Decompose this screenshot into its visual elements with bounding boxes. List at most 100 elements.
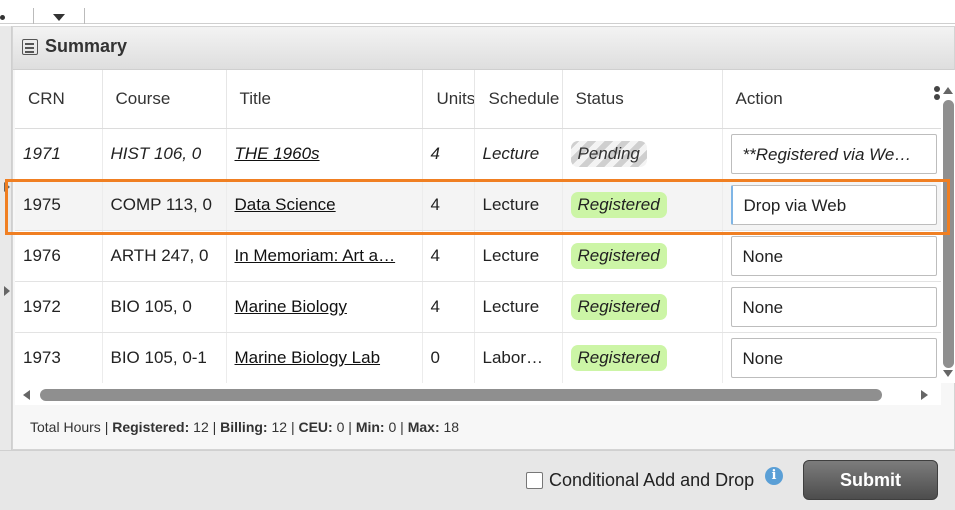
units-cell: 4: [422, 128, 475, 180]
status-badge: Registered: [570, 242, 667, 269]
summary-panel: Summary CRN Course Title Units Schedule: [12, 26, 955, 450]
crn-cell: 1971: [15, 128, 103, 180]
summary-panel-icon: [22, 39, 38, 55]
horizontal-scroll-thumb[interactable]: [40, 389, 882, 401]
units-cell: 0: [422, 332, 475, 383]
column-header-course[interactable]: Course: [102, 70, 227, 129]
column-header-action[interactable]: Action: [722, 70, 941, 129]
action-cell: None: [722, 230, 941, 282]
table-row[interactable]: 1973 BIO 105, 0-1 Marine Biology Lab 0 L…: [15, 332, 941, 383]
schedule-cell: Lecture: [474, 128, 563, 180]
column-header-units[interactable]: Units: [422, 70, 475, 129]
course-cell: HIST 106, 0: [102, 128, 227, 180]
crn-cell: 1972: [15, 281, 103, 333]
max-value: 18: [443, 419, 460, 435]
course-cell: BIO 105, 0: [102, 281, 227, 333]
info-icon[interactable]: i: [765, 467, 783, 485]
status-badge: Registered: [570, 191, 667, 218]
ceu-label: CEU:: [298, 419, 333, 435]
divider: [0, 23, 955, 24]
vertical-scrollbar[interactable]: [941, 70, 955, 383]
vertical-scroll-thumb[interactable]: [943, 100, 954, 368]
top-toolbar-fragment: [0, 0, 955, 26]
course-cell: BIO 105, 0-1: [102, 332, 227, 383]
scroll-left-icon[interactable]: [23, 390, 30, 400]
dropdown-arrow-icon[interactable]: [53, 14, 65, 21]
title-cell: Marine Biology Lab: [226, 332, 423, 383]
action-select[interactable]: None: [730, 337, 937, 378]
status-cell: Registered: [562, 230, 723, 282]
table-row[interactable]: 1971 HIST 106, 0 THE 1960s 4 Lecture Pen…: [15, 128, 941, 180]
title-cell: THE 1960s: [226, 128, 423, 180]
column-header-crn[interactable]: CRN: [15, 70, 103, 129]
submit-button[interactable]: Submit: [803, 460, 938, 500]
course-title-link[interactable]: Marine Biology: [235, 297, 347, 316]
action-cell: None: [722, 332, 941, 383]
column-header-title[interactable]: Title: [226, 70, 423, 129]
status-badge: Registered: [570, 293, 667, 320]
schedule-cell: Labor…: [474, 332, 563, 383]
action-cell: None: [722, 281, 941, 333]
scroll-up-icon[interactable]: [943, 87, 953, 94]
status-badge: Registered: [570, 344, 667, 371]
total-hours-summary: Total Hours | Registered: 12 | Billing: …: [30, 419, 460, 435]
title-cell: Data Science: [226, 179, 423, 231]
action-cell: Drop via Web: [722, 179, 941, 231]
course-title-link[interactable]: Data Science: [235, 195, 336, 214]
schedule-cell: Lecture: [474, 179, 563, 231]
ceu-value: 0: [336, 419, 345, 435]
grid-header-row: CRN Course Title Units Schedule Status A…: [15, 70, 941, 129]
status-cell: Pending: [562, 128, 723, 180]
conditional-add-drop-label[interactable]: Conditional Add and Drop: [549, 470, 754, 491]
scroll-right-icon[interactable]: [921, 390, 928, 400]
crn-cell: 1976: [15, 230, 103, 282]
total-hours-label: Total Hours: [30, 419, 101, 435]
status-cell: Registered: [562, 332, 723, 383]
max-label: Max:: [407, 419, 440, 435]
status-cell: Registered: [562, 179, 723, 231]
horizontal-scrollbar[interactable]: [15, 383, 941, 405]
billing-value: 12: [271, 419, 288, 435]
schedule-cell: Lecture: [474, 230, 563, 282]
units-cell: 4: [422, 230, 475, 282]
registered-value: 12: [193, 419, 209, 435]
table-row[interactable]: 1975 COMP 113, 0 Data Science 4 Lecture …: [15, 179, 941, 231]
units-cell: 4: [422, 281, 475, 333]
crn-cell: 1975: [15, 179, 103, 231]
units-cell: 4: [422, 179, 475, 231]
footer-bar: Conditional Add and Drop i Submit: [0, 450, 955, 510]
status-cell: Registered: [562, 281, 723, 333]
gutter-arrow-icon[interactable]: [4, 286, 10, 296]
column-header-schedule[interactable]: Schedule: [474, 70, 563, 129]
action-select[interactable]: None: [730, 235, 937, 276]
course-title-link[interactable]: In Memoriam: Art a…: [235, 246, 396, 265]
panel-title: Summary: [45, 36, 128, 56]
crn-cell: 1973: [15, 332, 103, 383]
schedule-cell: Lecture: [474, 281, 563, 333]
table-row[interactable]: 1972 BIO 105, 0 Marine Biology 4 Lecture…: [15, 281, 941, 333]
conditional-add-drop-checkbox[interactable]: [526, 472, 543, 489]
action-select[interactable]: None: [730, 286, 937, 327]
column-header-status[interactable]: Status: [562, 70, 723, 129]
course-title-link[interactable]: THE 1960s: [235, 144, 320, 163]
left-gutter: [0, 26, 12, 456]
billing-label: Billing:: [220, 419, 268, 435]
action-select[interactable]: **Registered via We…: [730, 133, 937, 174]
min-label: Min:: [355, 419, 385, 435]
registered-label: Registered:: [112, 419, 190, 435]
course-cell: COMP 113, 0: [102, 179, 227, 231]
action-select[interactable]: Drop via Web: [730, 184, 937, 225]
min-value: 0: [388, 419, 397, 435]
status-badge: Pending: [570, 140, 647, 167]
bullet-dot: [0, 15, 5, 20]
course-title-link[interactable]: Marine Biology Lab: [235, 348, 381, 367]
panel-header: Summary: [13, 27, 954, 70]
gutter-arrow-icon[interactable]: [4, 182, 10, 192]
scroll-down-icon[interactable]: [943, 370, 953, 377]
action-cell: **Registered via We…: [722, 128, 941, 180]
title-cell: In Memoriam: Art a…: [226, 230, 423, 282]
table-row[interactable]: 1976 ARTH 247, 0 In Memoriam: Art a… 4 L…: [15, 230, 941, 282]
summary-grid: CRN Course Title Units Schedule Status A…: [15, 70, 941, 383]
title-cell: Marine Biology: [226, 281, 423, 333]
course-cell: ARTH 247, 0: [102, 230, 227, 282]
